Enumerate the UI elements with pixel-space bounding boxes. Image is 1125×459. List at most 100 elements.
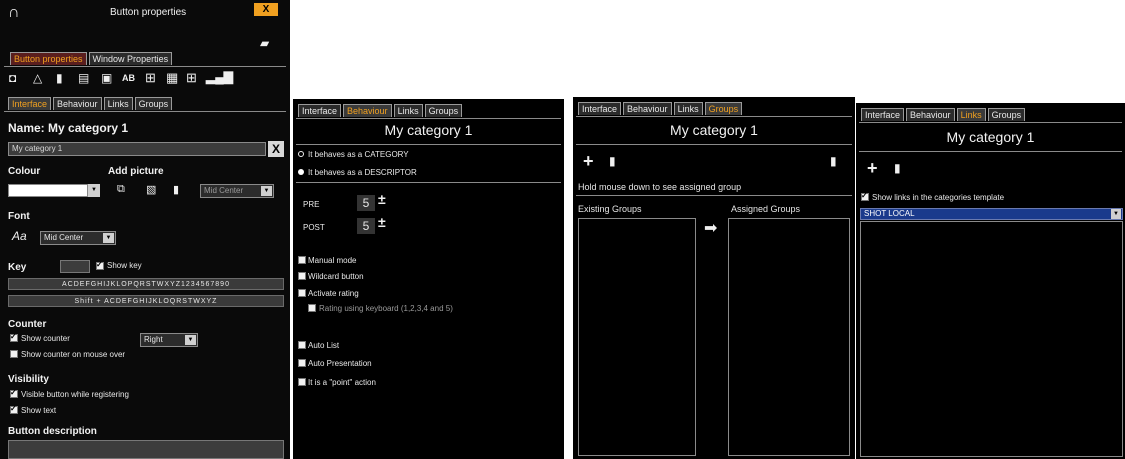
show-key-checkbox[interactable] [96,260,104,270]
show-links-checkbox[interactable] [861,191,869,201]
show-counter-label: Show counter [21,334,70,343]
wildcard-checkbox[interactable] [298,272,306,280]
links-selected-item[interactable]: SHOT LOCAL ▼ [860,208,1123,220]
grid-icon[interactable]: ▦ [166,70,178,86]
colour-picker[interactable] [8,184,88,197]
category-title: My category 1 [384,122,473,138]
visible-registering-label: Visible button while registering [21,390,129,399]
image-icon[interactable]: ▧ [146,183,156,196]
activate-rating-label: Activate rating [308,289,359,298]
pre-value[interactable]: 5 [357,195,375,211]
auto-presentation-label: Auto Presentation [308,359,372,368]
point-action-checkbox[interactable] [298,378,306,386]
point-action-label: It is a "point" action [308,378,376,387]
tab-behaviour[interactable]: Behaviour [906,108,955,121]
tab-behaviour[interactable]: Behaviour [623,102,672,115]
manual-mode-checkbox[interactable] [298,256,306,264]
rating-keyboard-checkbox[interactable] [308,304,316,312]
grid-small-icon[interactable]: ⊞ [145,70,156,86]
visibility-label: Visibility [8,374,49,385]
auto-list-label: Auto List [308,341,340,350]
auto-list-checkbox[interactable] [298,341,306,349]
tab-behaviour[interactable]: Behaviour [53,97,102,110]
button-description-input[interactable] [8,440,284,459]
behaviour-panel: Interface Behaviour Links Groups My cate… [293,99,564,459]
links-list[interactable] [860,221,1123,457]
trash-icon[interactable]: ▮ [56,71,63,85]
window-title: Button properties [110,7,187,18]
counter-position-select[interactable]: Right ▼ [140,333,198,347]
tab-window-properties[interactable]: Window Properties [88,52,173,65]
button-properties-panel: ∩ Button properties X ▰ Button propertie… [0,0,290,459]
delete-picture-icon[interactable]: ▮ [173,183,179,196]
trash-icon[interactable]: ▮ [894,161,901,175]
groups-panel: Interface Behaviour Links Groups My cate… [573,97,855,459]
tab-groups[interactable]: Groups [424,104,463,117]
triangle-icon[interactable]: △ [33,71,42,85]
assigned-group-hint: Hold mouse down to see assigned group [578,182,742,192]
picture-position-select[interactable]: Mid Center ▼ [200,184,274,198]
colour-dropdown-arrow[interactable]: ▼ [88,184,100,197]
add-link-icon[interactable]: + [867,158,878,179]
picture-add-icon[interactable]: ⧉ [117,183,125,196]
assigned-groups-list[interactable] [728,218,850,456]
add-group-icon[interactable]: + [583,151,594,172]
close-button[interactable]: X [254,3,278,16]
existing-groups-label: Existing Groups [578,204,642,214]
insert-icon[interactable]: ◘ [9,71,16,85]
app-logo-icon: ∩ [8,4,20,21]
key-input[interactable] [60,260,90,273]
tab-button-properties[interactable]: Button properties [10,52,87,65]
show-counter-mouse-checkbox[interactable] [10,350,18,358]
show-counter-checkbox[interactable] [10,332,18,342]
tab-links[interactable]: Links [673,102,703,115]
grid-large-icon[interactable]: ⊞ [186,70,197,86]
tab-groups[interactable]: Groups [987,108,1026,121]
links-dropdown-arrow[interactable]: ▼ [1111,209,1121,219]
post-label: POST [303,223,325,232]
button-description-label: Button description [8,426,97,437]
existing-groups-list[interactable] [578,218,696,456]
show-key-label: Show key [107,261,142,270]
trash-right-icon[interactable]: ▮ [830,154,837,168]
post-stepper-icon[interactable]: ± [378,214,386,230]
tab-groups[interactable]: Groups [134,97,173,110]
tab-links[interactable]: Links [103,97,133,110]
key-label: Key [8,262,27,273]
key-list-row2[interactable]: Shift + ACDEFGHIJKLOQRSTWXYZ [8,295,284,307]
font-label: Font [8,211,30,222]
colour-label: Colour [8,166,41,177]
window-icon[interactable]: ▣ [101,71,112,85]
font-position-select[interactable]: Mid Center ▼ [40,231,116,245]
name-input[interactable]: My category 1 [8,142,266,156]
radio-descriptor[interactable] [298,169,304,175]
box-icon[interactable]: ▤ [78,71,89,85]
manual-mode-label: Manual mode [308,256,357,265]
trash-icon[interactable]: ▮ [609,154,616,168]
tab-links[interactable]: Links [956,108,986,121]
visible-registering-checkbox[interactable] [10,388,18,398]
tab-interface[interactable]: Interface [578,102,622,115]
key-list-row1[interactable]: ACDEFGHIJKLOPQRSTWXYZ1234567890 [8,278,284,290]
tab-groups[interactable]: Groups [704,102,743,115]
show-text-checkbox[interactable] [10,404,18,414]
radio-category[interactable] [298,151,304,157]
tab-interface[interactable]: Interface [8,97,52,110]
category-title: My category 1 [670,122,758,138]
tab-links[interactable]: Links [393,104,423,117]
font-icon[interactable]: Aa [12,229,27,243]
move-right-arrow-icon[interactable]: ➡ [704,218,717,238]
pre-stepper-icon[interactable]: ± [378,191,386,207]
tab-interface[interactable]: Interface [861,108,905,121]
folder-icon[interactable]: ▰ [260,36,269,50]
tab-behaviour[interactable]: Behaviour [343,104,392,117]
post-value[interactable]: 5 [357,218,375,234]
auto-presentation-checkbox[interactable] [298,359,306,367]
clear-name-button[interactable]: X [268,141,284,157]
text-ab-icon[interactable]: AB [122,73,135,83]
tab-interface[interactable]: Interface [298,104,342,117]
activate-rating-checkbox[interactable] [298,289,306,297]
add-picture-label: Add picture [108,166,164,177]
bar-chart-icon[interactable]: ▂▄▇ [206,70,233,84]
radio-category-label: It behaves as a CATEGORY [308,150,409,159]
